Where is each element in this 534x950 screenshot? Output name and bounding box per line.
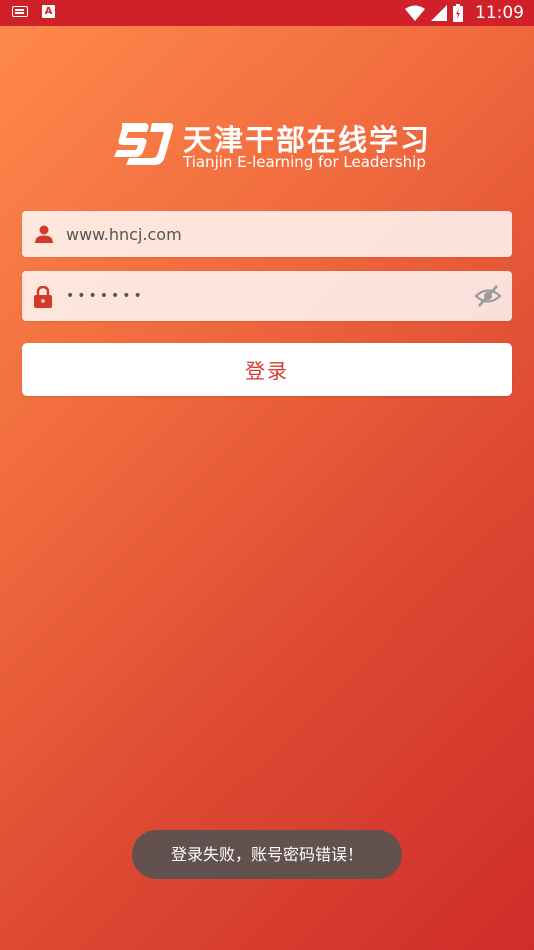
username-field[interactable] xyxy=(22,211,512,257)
app-logo: 天津干部在线学习 Tianjin E-learning for Leadersh… xyxy=(112,118,432,174)
password-input[interactable] xyxy=(66,271,466,321)
logo-mark-icon xyxy=(114,123,174,165)
status-bar: A 11:09 xyxy=(0,0,534,26)
signal-icon xyxy=(431,5,447,21)
a-notification-icon: A xyxy=(42,5,55,18)
toast-message: 登录失败，账号密码错误！ xyxy=(132,830,402,879)
wifi-icon xyxy=(405,5,425,21)
status-left: A xyxy=(12,5,55,18)
username-input[interactable] xyxy=(66,211,466,257)
status-right: 11:09 xyxy=(405,3,524,23)
keyboard-icon xyxy=(12,6,28,17)
login-screen: A 11:09 天津干部在线学习 Tianjin E-learning for … xyxy=(0,0,534,950)
person-icon xyxy=(35,225,53,243)
status-time: 11:09 xyxy=(475,3,524,23)
battery-icon xyxy=(453,4,463,22)
login-button[interactable]: 登录 xyxy=(22,343,512,396)
password-field[interactable] xyxy=(22,271,512,321)
logo-subtitle: Tianjin E-learning for Leadership xyxy=(183,153,426,171)
eye-off-icon[interactable] xyxy=(474,284,502,308)
lock-icon xyxy=(34,286,52,308)
